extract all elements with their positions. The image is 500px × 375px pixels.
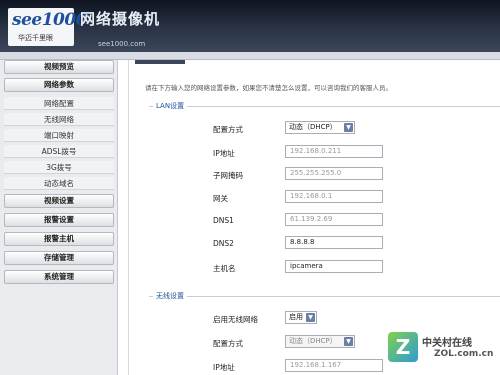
lan-config-value: 动态（DHCP） [289, 123, 337, 131]
menu-video-preview[interactable]: 视频预览 [4, 60, 114, 74]
wireless-config-label: 配置方式 [213, 339, 243, 348]
app-header: see1000 华迈千里眼 网络摄像机 see1000.com [0, 0, 500, 52]
lan-gateway-label: 网关 [213, 194, 228, 203]
main-content: 请在下方输入您的网络设置参数，如果您不清楚怎么设置，可以咨询我们的客服人员。 L… [128, 60, 500, 375]
menu-storage[interactable]: 存储管理 [4, 251, 114, 265]
menu-system[interactable]: 系统管理 [4, 270, 114, 284]
lan-ip-field[interactable]: 192.168.0.211 [285, 145, 383, 158]
lan-dns2-label: DNS2 [213, 239, 234, 248]
menu-network-params[interactable]: 网络参数 [4, 78, 114, 92]
menu-alarm-host[interactable]: 报警主机 [4, 232, 114, 246]
lan-section: LAN设置 配置方式 动态（DHCP） ▼ IP地址 192.168.0.211… [149, 101, 500, 286]
tab-indicator [135, 60, 185, 64]
logo-text: see1000 [12, 10, 88, 30]
lan-mask-label: 子网掩码 [213, 171, 243, 180]
wireless-enable-select[interactable]: 启用 ▼ [285, 311, 317, 324]
wireless-config-select[interactable]: 动态（DHCP） ▼ [285, 335, 355, 348]
wireless-enable-value: 启用 [289, 313, 303, 321]
intro-text: 请在下方输入您的网络设置参数，如果您不清楚怎么设置，可以咨询我们的客服人员。 [145, 84, 392, 92]
submenu-ddns[interactable]: 动态域名 [4, 177, 114, 190]
lan-config-select[interactable]: 动态（DHCP） ▼ [285, 121, 355, 134]
menu-alarm-settings[interactable]: 报警设置 [4, 213, 114, 227]
lan-gateway-field[interactable]: 192.168.0.1 [285, 190, 383, 203]
chevron-down-icon: ▼ [306, 313, 315, 322]
submenu-port-mapping[interactable]: 端口映射 [4, 129, 114, 142]
submenu-adsl[interactable]: ADSL拨号 [4, 145, 114, 158]
submenu-network-config[interactable]: 网络配置 [4, 97, 114, 110]
lan-config-label: 配置方式 [213, 125, 243, 134]
submenu-3g[interactable]: 3G拨号 [4, 161, 114, 174]
lan-dns2-field[interactable]: 8.8.8.8 [285, 236, 383, 249]
submenu-wireless[interactable]: 无线网络 [4, 113, 114, 126]
lan-mask-field[interactable]: 255.255.255.0 [285, 167, 383, 180]
lan-dns1-label: DNS1 [213, 216, 234, 225]
app-title: 网络摄像机 [80, 10, 161, 28]
wireless-ip-label: IP地址 [213, 363, 235, 372]
brand-logo: see1000 华迈千里眼 [8, 8, 88, 46]
logo-subtitle: 华迈千里眼 [18, 34, 53, 42]
chevron-down-icon: ▼ [344, 123, 353, 132]
app-url: see1000.com [98, 40, 146, 48]
lan-hostname-field[interactable]: ipcamera [285, 260, 383, 273]
chevron-down-icon: ▼ [344, 337, 353, 346]
zol-logo-icon: Z [388, 332, 418, 362]
wireless-ip-field[interactable]: 192.168.1.167 [285, 359, 383, 372]
wireless-enable-label: 启用无线网络 [213, 315, 258, 324]
menu-video-settings[interactable]: 视频设置 [4, 194, 114, 208]
lan-dns1-field[interactable]: 61.139.2.69 [285, 213, 383, 226]
wireless-section-title: 无线设置 [153, 291, 187, 301]
zol-watermark: Z 中关村在线 ZOL.com.cn [388, 330, 500, 370]
lan-ip-label: IP地址 [213, 149, 235, 158]
watermark-en: ZOL.com.cn [434, 349, 494, 359]
lan-hostname-label: 主机名 [213, 264, 236, 273]
lan-section-title: LAN设置 [153, 101, 188, 111]
sidebar: 视频预览 网络参数 网络配置 无线网络 端口映射 ADSL拨号 3G拨号 动态域… [0, 60, 118, 375]
watermark-cn: 中关村在线 [422, 338, 472, 349]
header-strip [0, 52, 500, 60]
wireless-config-value: 动态（DHCP） [289, 337, 337, 345]
